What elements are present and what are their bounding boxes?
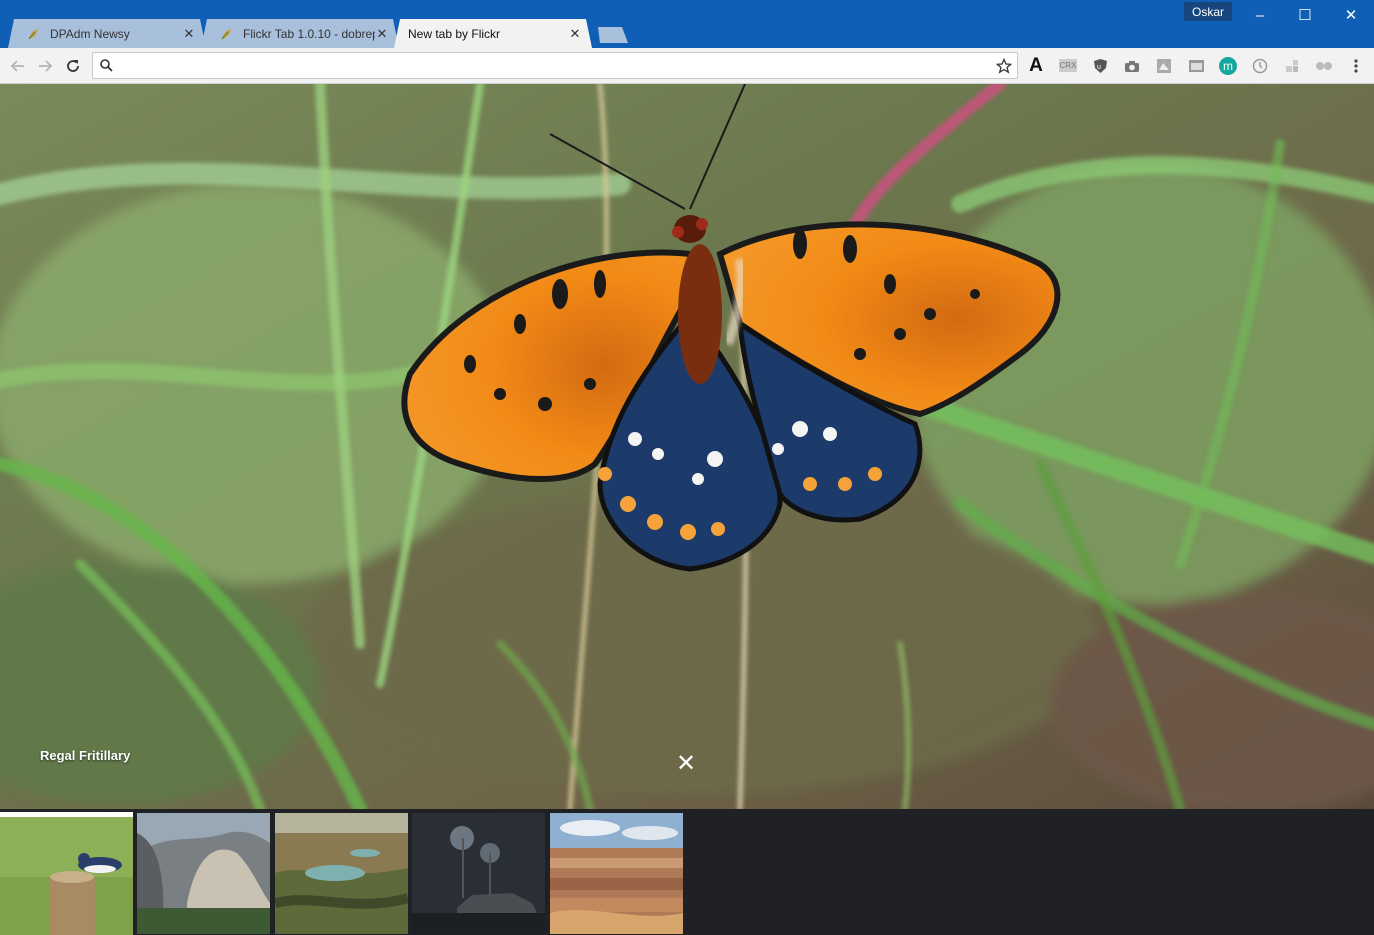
thumbnail-half-dome[interactable]: [137, 813, 270, 934]
puzzle-icon[interactable]: [1283, 57, 1301, 75]
photo-title[interactable]: Regal Fritillary: [40, 748, 130, 763]
title-bar: DPAdm Newsy ✕ Flickr Tab 1.0.10 - dobrep…: [0, 0, 1374, 48]
close-window-button[interactable]: ✕: [1328, 0, 1374, 30]
minimize-button[interactable]: –: [1237, 0, 1283, 30]
camera-icon[interactable]: [1123, 57, 1141, 75]
menu-button[interactable]: [1347, 57, 1365, 75]
reload-icon: [67, 60, 79, 72]
reload-button[interactable]: [63, 56, 83, 76]
maximize-icon: ☐: [1298, 7, 1312, 24]
clock-icon[interactable]: [1251, 57, 1269, 75]
tab-dpadm[interactable]: DPAdm Newsy ✕: [8, 19, 206, 48]
omnibox[interactable]: [92, 52, 1018, 79]
m-label: m: [1223, 59, 1233, 73]
maximize-button[interactable]: ☐: [1282, 0, 1328, 30]
svg-text:u: u: [1097, 64, 1101, 71]
swallow-thumbnail-image: [0, 817, 133, 935]
foggy-car-thumbnail-image: [412, 813, 545, 934]
aerial-lakes-thumbnail-image: [275, 813, 408, 934]
ublock-icon[interactable]: u: [1091, 57, 1109, 75]
close-tab-icon[interactable]: ✕: [568, 26, 582, 42]
kebab-menu-icon: [1354, 59, 1358, 73]
crx-label: CRX: [1059, 61, 1077, 70]
bookmark-star-icon[interactable]: [996, 58, 1012, 74]
arrow-left-icon: [10, 60, 24, 72]
dots-icon[interactable]: [1315, 57, 1333, 75]
close-tab-icon[interactable]: ✕: [375, 26, 389, 42]
new-tab-button[interactable]: [594, 27, 628, 43]
back-button[interactable]: [8, 56, 28, 76]
thumbnail-canyon[interactable]: [550, 813, 683, 934]
thumbnail-strip: [0, 809, 1374, 935]
thumbnail-swallow[interactable]: [0, 812, 133, 935]
flickr-leaf-icon: [219, 27, 233, 41]
butterfly-photo: [0, 84, 1374, 809]
canyon-thumbnail-image: [550, 813, 683, 934]
background-photo: [0, 84, 1374, 809]
thumbnail-aerial-lakes[interactable]: [275, 813, 408, 934]
screenshot-icon[interactable]: [1155, 57, 1173, 75]
profile-button[interactable]: Oskar: [1184, 2, 1233, 21]
window-icon[interactable]: [1187, 57, 1205, 75]
flickr-leaf-icon: [26, 27, 40, 41]
tab-new-tab-flickr[interactable]: New tab by Flickr ✕: [394, 19, 592, 48]
address-input[interactable]: [121, 55, 985, 78]
half-dome-thumbnail-image: [137, 813, 270, 934]
tab-flickr-tab-review[interactable]: Flickr Tab 1.0.10 - dobreprogramy ✕: [201, 19, 399, 48]
minimize-icon: –: [1255, 6, 1265, 24]
close-icon[interactable]: ✕: [675, 752, 697, 776]
tab-label: Flickr Tab 1.0.10 - dobreprogramy: [243, 26, 373, 41]
arrow-right-icon: [39, 60, 53, 72]
browser-toolbar: A CRX u m: [0, 48, 1374, 84]
font-A-icon[interactable]: A: [1027, 55, 1045, 76]
m-icon[interactable]: m: [1219, 57, 1237, 75]
profile-name: Oskar: [1192, 4, 1225, 19]
tab-label: DPAdm Newsy: [50, 26, 130, 41]
thumbnail-foggy-car[interactable]: [412, 813, 545, 934]
close-icon: ✕: [1344, 7, 1358, 24]
close-tab-icon[interactable]: ✕: [182, 26, 196, 42]
crx-icon[interactable]: CRX: [1059, 59, 1077, 72]
search-icon: [100, 59, 113, 72]
tab-label: New tab by Flickr: [408, 26, 501, 41]
forward-button[interactable]: [35, 56, 55, 76]
